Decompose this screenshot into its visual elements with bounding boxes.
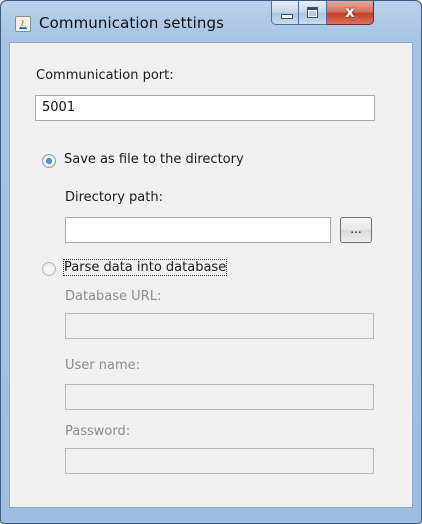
caption-buttons: x	[271, 1, 414, 25]
browse-button[interactable]: ...	[340, 217, 372, 243]
java-app-icon[interactable]	[15, 16, 31, 32]
window-title: Communication settings	[39, 14, 225, 32]
directory-path-label: Directory path:	[65, 190, 163, 205]
minimize-button[interactable]	[271, 1, 299, 25]
parse-db-label[interactable]: Parse data into database	[62, 259, 228, 276]
close-button[interactable]: x	[327, 1, 374, 25]
close-icon: x	[345, 3, 355, 21]
password-input[interactable]	[65, 448, 374, 474]
minimize-icon	[281, 14, 293, 19]
user-name-label: User name:	[65, 358, 141, 373]
database-url-input[interactable]	[65, 313, 374, 339]
save-file-radio[interactable]	[42, 154, 56, 168]
port-input[interactable]: 5001	[35, 95, 375, 121]
title-bar[interactable]: Communication settings x	[1, 1, 421, 41]
maximize-icon	[307, 7, 318, 18]
settings-window: Communication settings x Communication p…	[0, 0, 422, 524]
user-name-input[interactable]	[65, 384, 374, 410]
maximize-button[interactable]	[299, 1, 327, 25]
password-label: Password:	[65, 424, 131, 439]
settings-panel: Communication port: 5001 Save as file to…	[9, 42, 413, 508]
directory-path-input[interactable]	[65, 217, 331, 243]
save-file-label[interactable]: Save as file to the directory	[64, 152, 244, 167]
port-label: Communication port:	[36, 68, 174, 83]
parse-db-radio[interactable]	[42, 262, 56, 276]
database-url-label: Database URL:	[65, 289, 162, 304]
